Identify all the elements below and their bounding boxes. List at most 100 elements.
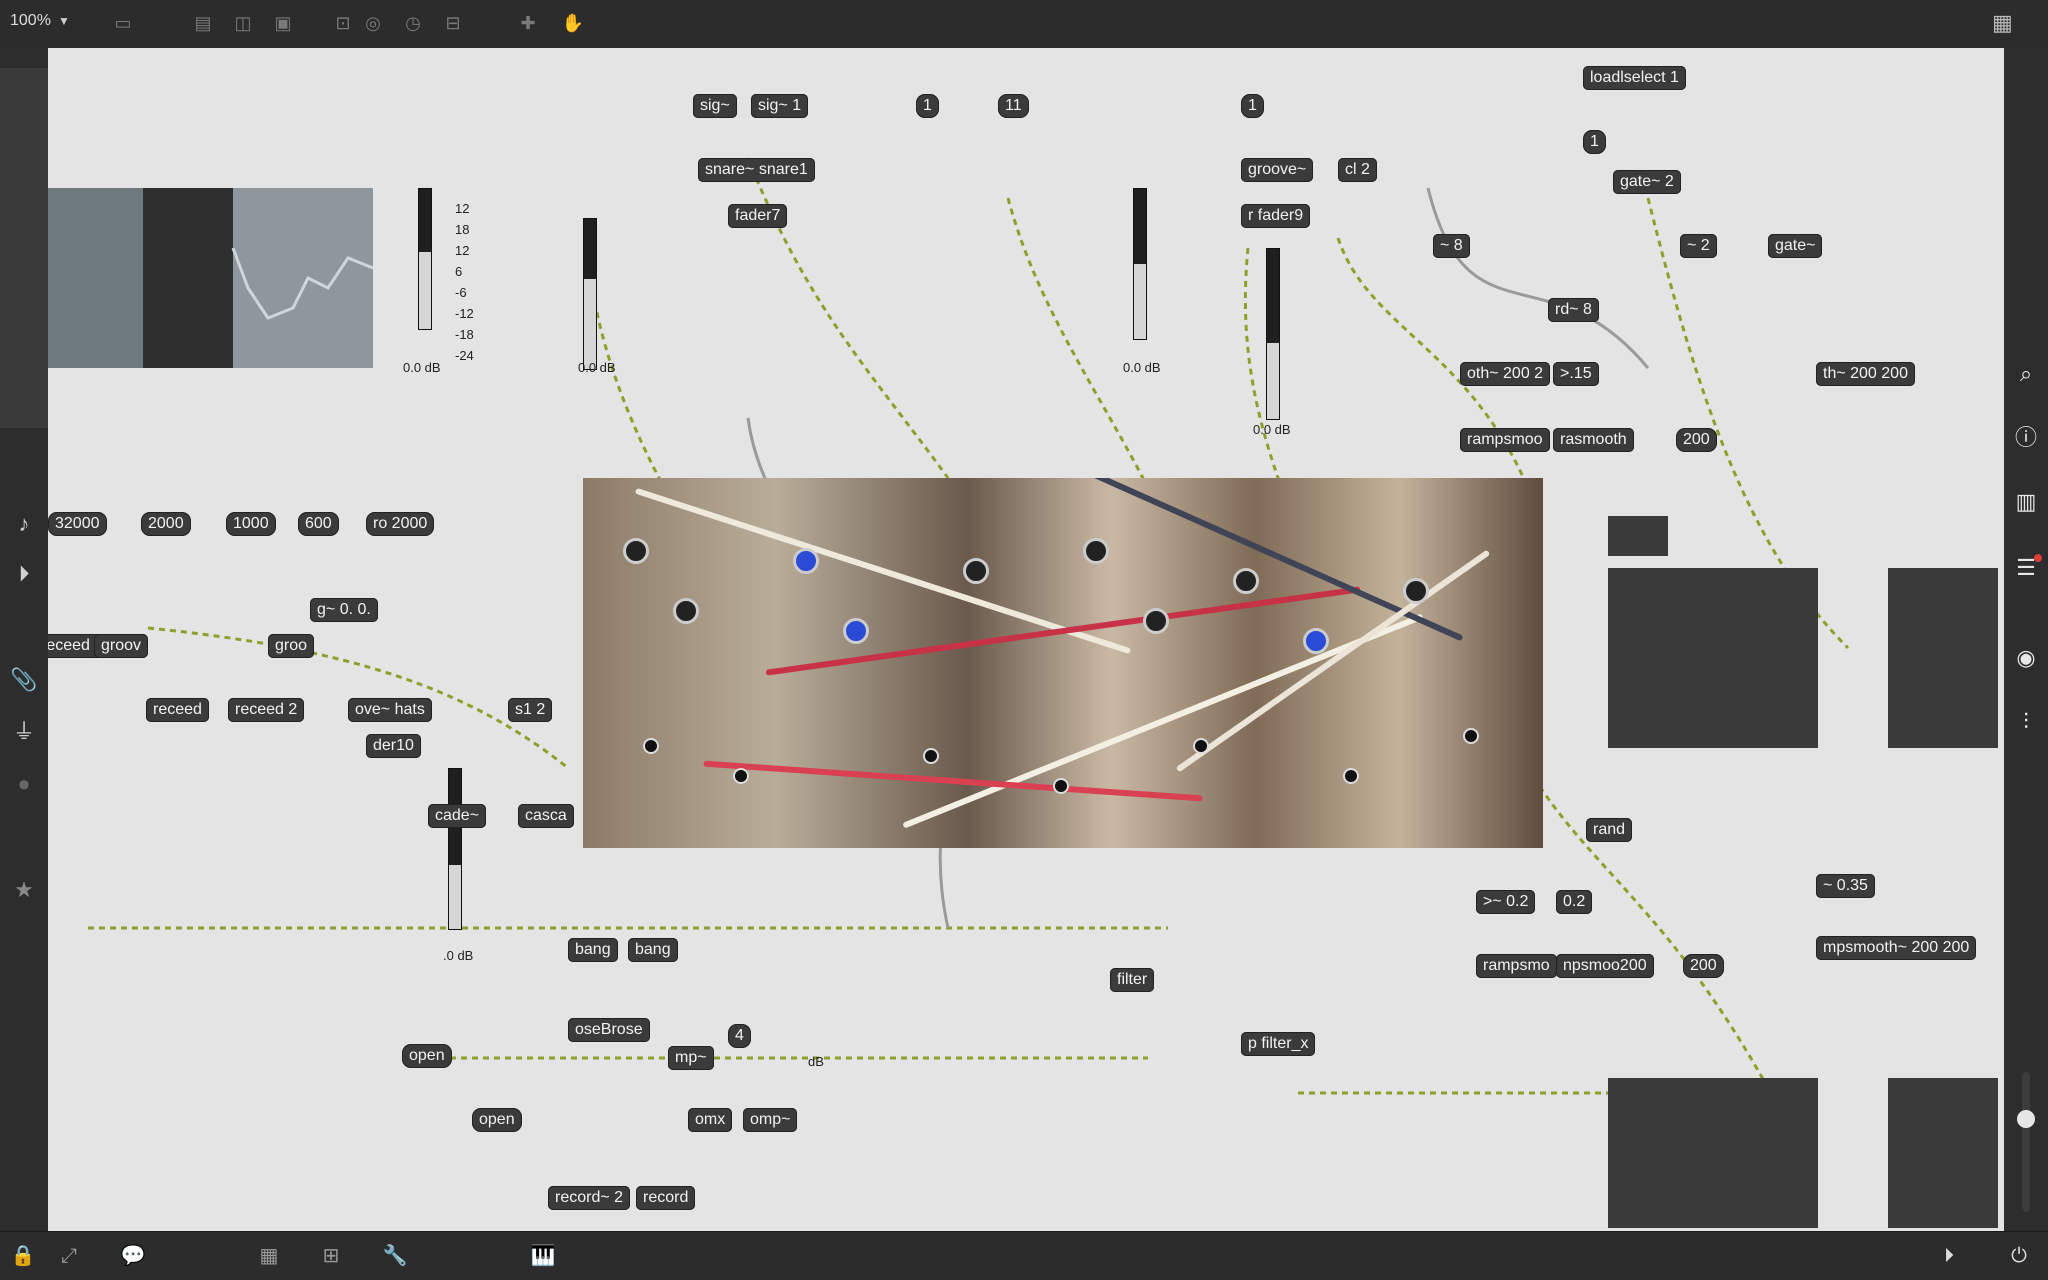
play-icon[interactable]: ⏵ — [1936, 1244, 1962, 1268]
comp-object[interactable]: omx — [688, 1108, 733, 1132]
presentation-icon[interactable]: ⤢ — [56, 1244, 82, 1268]
filter-subpatch[interactable]: p filter_x — [1241, 1032, 1316, 1056]
columns-icon[interactable]: ▥ — [2010, 486, 2042, 518]
record-object[interactable]: record — [636, 1186, 696, 1210]
receive-object[interactable]: receed — [146, 698, 209, 722]
number-box[interactable]: 1 — [1241, 94, 1264, 118]
keyboard-icon[interactable]: 🎹 — [530, 1244, 556, 1268]
level-meter[interactable] — [583, 218, 597, 370]
groove-object[interactable]: groov — [94, 634, 149, 658]
open-message[interactable]: open — [402, 1044, 452, 1068]
cascade-object[interactable]: casca — [518, 804, 574, 828]
number-box[interactable]: 1 — [916, 94, 939, 118]
comment-icon[interactable]: 💬 — [120, 1244, 146, 1268]
volume-slider-handle[interactable] — [2017, 1110, 2035, 1128]
receive-object[interactable]: rd~ 8 — [1548, 298, 1599, 322]
add-icon[interactable]: ✚ — [515, 12, 541, 34]
level-meter[interactable] — [1266, 248, 1280, 420]
number-object[interactable]: >.15 — [1553, 362, 1599, 386]
chevron-down-icon[interactable]: ▼ — [58, 14, 70, 28]
send-object[interactable]: s1 2 — [508, 698, 553, 722]
number-object[interactable]: ~ 0.35 — [1816, 874, 1875, 898]
message-box[interactable]: 1000 — [226, 512, 276, 536]
bang-object[interactable]: bang — [628, 938, 678, 962]
volume-slider[interactable] — [2017, 1072, 2035, 1212]
plug-icon[interactable]: ⏚ — [8, 716, 40, 748]
clock-icon[interactable]: ◷ — [400, 12, 426, 34]
random-object[interactable]: rand — [1586, 818, 1633, 842]
rampsmooth-object[interactable]: oth~ 200 2 — [1460, 362, 1551, 386]
rampsmooth-object[interactable]: rampsmo — [1476, 954, 1557, 978]
fader-receive[interactable]: r fader9 — [1241, 204, 1311, 228]
number-icon[interactable]: ⊡ — [330, 12, 356, 34]
search-icon[interactable]: ⌕ — [2010, 358, 2042, 390]
comp-object[interactable]: mp~ — [668, 1046, 714, 1070]
groove-object[interactable]: ove~ hats — [348, 698, 432, 722]
number-box[interactable]: 4 — [728, 1024, 751, 1048]
choose-object[interactable]: oseBrose — [568, 1018, 650, 1042]
fader-icon[interactable]: ⊟ — [440, 12, 466, 34]
number-object[interactable]: 0.2 — [1556, 890, 1593, 914]
info-icon[interactable]: ⓘ — [2010, 422, 2042, 454]
message-icon[interactable]: ▣ — [270, 12, 296, 34]
gate-object[interactable]: gate~ 2 — [1613, 170, 1681, 194]
play-step-icon[interactable]: ⏵ — [8, 558, 40, 590]
sig-object[interactable]: sig~ 1 — [751, 94, 809, 118]
rampsmooth-object[interactable]: npsmoo200 — [1556, 954, 1654, 978]
wrench-icon[interactable]: 🔧 — [382, 1244, 408, 1268]
camera-icon[interactable]: ◉ — [2010, 642, 2042, 674]
rampsmooth-object[interactable]: rasmooth — [1553, 428, 1634, 452]
level-meter[interactable] — [448, 768, 462, 930]
message-box[interactable]: 200 — [1683, 954, 1724, 978]
bulb-icon[interactable]: ● — [8, 768, 40, 800]
loadselect-object[interactable]: loadlselect 1 — [1583, 66, 1686, 90]
message-box[interactable]: 2000 — [141, 512, 191, 536]
zoom-select[interactable]: 100% — [10, 12, 51, 30]
grid-icon[interactable]: ▦ — [256, 1244, 282, 1268]
bang-object[interactable]: bang — [568, 938, 618, 962]
sliders-icon[interactable]: ⫶ — [2010, 706, 2042, 738]
comp-object[interactable]: omp~ — [743, 1108, 798, 1132]
snare-object[interactable]: snare~ snare1 — [698, 158, 815, 182]
sig-object[interactable]: sig~ — [693, 94, 737, 118]
receive-object[interactable]: receed 2 — [228, 698, 305, 722]
fader-receive[interactable]: fader7 — [728, 204, 788, 228]
open-message[interactable]: open — [472, 1108, 522, 1132]
line-object[interactable]: g~ 0. 0. — [310, 598, 378, 622]
rampsmooth-object[interactable]: th~ 200 200 — [1816, 362, 1915, 386]
star-icon[interactable]: ★ — [8, 874, 40, 906]
hand-icon[interactable]: ✋ — [560, 12, 586, 34]
message-box[interactable]: 600 — [298, 512, 339, 536]
rampsmooth-object[interactable]: mpsmooth~ 200 200 — [1816, 936, 1977, 960]
music-note-icon[interactable]: ♪ — [8, 508, 40, 540]
edit-icon[interactable]: ▤ — [190, 12, 216, 34]
object-icon[interactable]: ◫ — [230, 12, 256, 34]
lock-icon[interactable]: 🔒 — [10, 1244, 36, 1268]
cascade-object[interactable]: cade~ — [428, 804, 487, 828]
power-icon[interactable]: ⏻ — [2006, 1244, 2032, 1268]
gate-object[interactable]: ~ 2 — [1680, 234, 1717, 258]
filter-object[interactable]: filter — [1110, 968, 1155, 992]
level-meter[interactable] — [418, 188, 432, 330]
cl-object[interactable]: cl 2 — [1338, 158, 1377, 182]
grid-icon[interactable]: ▦ — [1992, 10, 2020, 38]
compare-object[interactable]: >~ 0.2 — [1476, 890, 1536, 914]
groove-object[interactable]: groo — [268, 634, 315, 658]
fader-receive[interactable]: der10 — [366, 734, 421, 758]
message-box[interactable]: 32000 — [48, 512, 107, 536]
level-meter[interactable] — [1133, 188, 1147, 340]
record-object[interactable]: record~ 2 — [548, 1186, 631, 1210]
number-box[interactable]: 11 — [998, 94, 1029, 118]
groove-object[interactable]: groove~ — [1241, 158, 1314, 182]
rampsmooth-object[interactable]: rampsmoo — [1460, 428, 1550, 452]
receive-object[interactable]: ~ 8 — [1433, 234, 1470, 258]
grid-snap-icon[interactable]: ⊞ — [318, 1244, 344, 1268]
message-box[interactable]: 200 — [1676, 428, 1717, 452]
patcher-canvas[interactable]: 0.0 dB 0.0 dB 0.0 dB 0.0 dB .0 dB dB 12 … — [48, 48, 2004, 1232]
paperclip-icon[interactable]: 📎 — [8, 664, 40, 696]
tile-icon[interactable]: ▭ — [110, 12, 136, 34]
number-box[interactable]: 1 — [1583, 130, 1606, 154]
toggle-icon[interactable]: ◎ — [360, 12, 386, 34]
gate-object[interactable]: gate~ — [1768, 234, 1823, 258]
message-box[interactable]: ro 2000 — [366, 512, 435, 536]
